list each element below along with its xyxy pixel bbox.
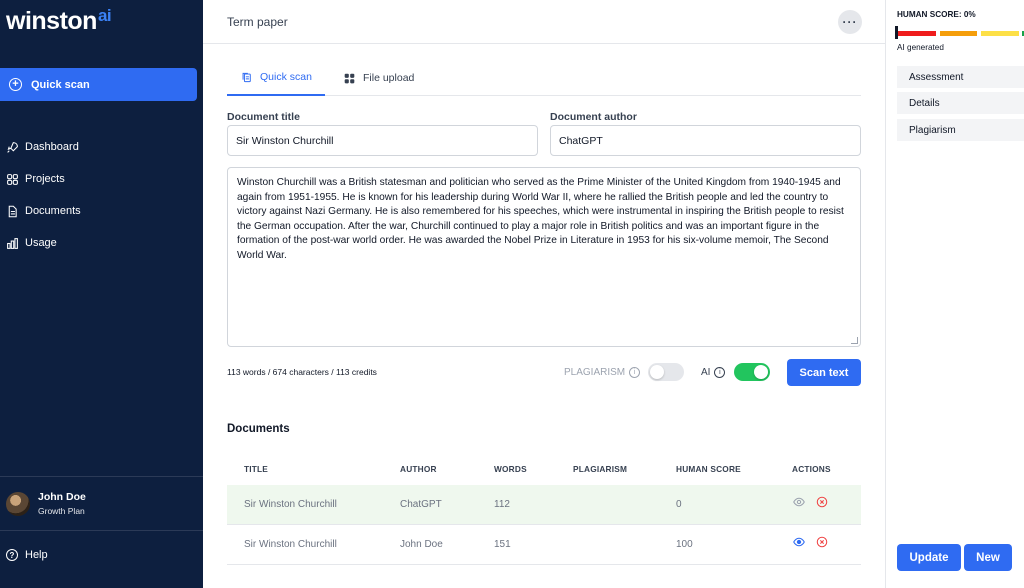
plagiarism-toggle[interactable] bbox=[648, 363, 684, 381]
plagiarism-label-text: PLAGIARISM bbox=[564, 367, 626, 378]
delete-icon[interactable] bbox=[816, 496, 828, 508]
info-icon[interactable]: i bbox=[714, 367, 726, 378]
panel-item-assessment[interactable]: Assessment bbox=[897, 66, 1024, 88]
cell-human-score: 0 bbox=[676, 499, 682, 510]
grid-icon bbox=[7, 173, 18, 185]
sidebar-item-projects[interactable]: Projects bbox=[6, 163, 81, 195]
update-button[interactable]: Update bbox=[897, 544, 961, 571]
plus-circle-icon: + bbox=[9, 78, 22, 91]
cell-author: John Doe bbox=[400, 539, 443, 550]
human-score-bar bbox=[896, 30, 1024, 37]
new-button[interactable]: New bbox=[964, 544, 1012, 571]
logo-suffix: ai bbox=[97, 6, 112, 25]
panel-item-details[interactable]: Details bbox=[897, 92, 1024, 114]
panel-item-plagiarism[interactable]: Plagiarism bbox=[897, 119, 1024, 141]
scan-text-button[interactable]: Scan text bbox=[787, 359, 861, 386]
tab-label: File upload bbox=[363, 72, 415, 84]
help-icon: ? bbox=[6, 549, 18, 561]
help-label: Help bbox=[25, 549, 48, 561]
column-header-actions: ACTIONS bbox=[792, 464, 831, 474]
results-panel: HUMAN SCORE: 0% AI generated Assessment … bbox=[885, 0, 1024, 588]
page-title: Term paper bbox=[227, 15, 288, 29]
column-header-human-score: HUMAN SCORE bbox=[676, 464, 741, 474]
documents-table-header: TITLE AUTHOR WORDS PLAGIARISM HUMAN SCOR… bbox=[227, 458, 861, 482]
sidebar-nav: Dashboard Projects Documents Usage bbox=[6, 131, 81, 259]
column-header-title: TITLE bbox=[244, 464, 269, 474]
more-options-button[interactable]: ··· bbox=[838, 10, 862, 34]
user-plan: Growth Plan bbox=[38, 506, 85, 516]
verdict-label: AI generated bbox=[897, 43, 944, 52]
user-name: John Doe bbox=[38, 491, 86, 503]
user-profile[interactable]: John Doe Growth Plan bbox=[6, 491, 86, 516]
main-content: Term paper ··· Quick scan File upload Do… bbox=[203, 0, 885, 588]
document-text-area[interactable]: Winston Churchill was a British statesma… bbox=[227, 167, 861, 347]
cell-title: Sir Winston Churchill bbox=[244, 539, 337, 550]
score-segment-red bbox=[896, 31, 936, 36]
eye-icon[interactable] bbox=[793, 536, 805, 548]
score-segment-yellow bbox=[981, 31, 1019, 36]
sidebar-item-label: Documents bbox=[25, 205, 81, 217]
document-title-input[interactable]: Sir Winston Churchill bbox=[227, 125, 538, 156]
ai-label: AI i bbox=[701, 367, 726, 378]
table-row[interactable]: Sir Winston Churchill ChatGPT 112 0 bbox=[227, 485, 861, 525]
sidebar-item-label: Projects bbox=[25, 173, 65, 185]
toggle-knob bbox=[754, 365, 768, 379]
scan-tabs: Quick scan File upload bbox=[227, 60, 861, 96]
logo[interactable]: winstonai bbox=[6, 6, 112, 36]
rocket-icon bbox=[7, 141, 18, 153]
cell-author: ChatGPT bbox=[400, 499, 442, 510]
sidebar: winstonai + Quick scan Dashboard Project… bbox=[0, 0, 203, 588]
tab-file-upload[interactable]: File upload bbox=[344, 60, 414, 96]
quick-scan-label: Quick scan bbox=[31, 78, 90, 91]
row-actions bbox=[793, 536, 839, 548]
documents-heading: Documents bbox=[227, 423, 290, 435]
score-marker bbox=[895, 26, 898, 39]
row-actions bbox=[793, 496, 839, 508]
eye-icon[interactable] bbox=[793, 496, 805, 508]
column-header-words: WORDS bbox=[494, 464, 527, 474]
resize-handle[interactable] bbox=[851, 337, 858, 344]
avatar bbox=[6, 491, 30, 516]
sidebar-item-documents[interactable]: Documents bbox=[6, 195, 81, 227]
tab-quick-scan[interactable]: Quick scan bbox=[227, 60, 325, 96]
ai-label-text: AI bbox=[701, 367, 711, 378]
logo-text: winston bbox=[6, 7, 97, 35]
sidebar-item-label: Usage bbox=[25, 237, 57, 249]
sidebar-item-usage[interactable]: Usage bbox=[6, 227, 81, 259]
column-header-author: AUTHOR bbox=[400, 464, 437, 474]
help-link[interactable]: ? Help bbox=[6, 549, 48, 561]
document-author-input[interactable]: ChatGPT bbox=[550, 125, 861, 156]
document-author-label: Document author bbox=[550, 111, 637, 123]
word-count: 113 words / 674 characters / 113 credits bbox=[227, 367, 377, 377]
copy-icon bbox=[242, 72, 251, 82]
quick-scan-button[interactable]: + Quick scan bbox=[0, 68, 197, 101]
toggle-knob bbox=[650, 365, 664, 379]
sidebar-item-dashboard[interactable]: Dashboard bbox=[6, 131, 81, 163]
table-row[interactable]: Sir Winston Churchill John Doe 151 100 bbox=[227, 525, 861, 565]
cell-human-score: 100 bbox=[676, 539, 693, 550]
human-score-label: HUMAN SCORE: 0% bbox=[897, 10, 976, 19]
score-segment-orange bbox=[940, 31, 977, 36]
ai-toggle[interactable] bbox=[734, 363, 770, 381]
info-icon[interactable]: i bbox=[629, 367, 641, 378]
bar-chart-icon bbox=[7, 237, 18, 249]
sidebar-divider bbox=[0, 476, 203, 477]
cell-words: 151 bbox=[494, 539, 511, 550]
delete-icon[interactable] bbox=[816, 536, 828, 548]
column-header-plagiarism: PLAGIARISM bbox=[573, 464, 628, 474]
top-bar: Term paper ··· bbox=[203, 0, 885, 44]
cell-title: Sir Winston Churchill bbox=[244, 499, 337, 510]
document-title-label: Document title bbox=[227, 111, 300, 123]
cell-words: 112 bbox=[494, 499, 510, 510]
sidebar-item-label: Dashboard bbox=[25, 141, 79, 153]
document-icon bbox=[8, 205, 17, 217]
sidebar-divider bbox=[0, 530, 203, 531]
document-text: Winston Churchill was a British statesma… bbox=[237, 177, 844, 261]
plagiarism-label: PLAGIARISM i bbox=[564, 367, 641, 378]
grid-icon bbox=[344, 73, 355, 83]
tab-label: Quick scan bbox=[260, 71, 312, 83]
